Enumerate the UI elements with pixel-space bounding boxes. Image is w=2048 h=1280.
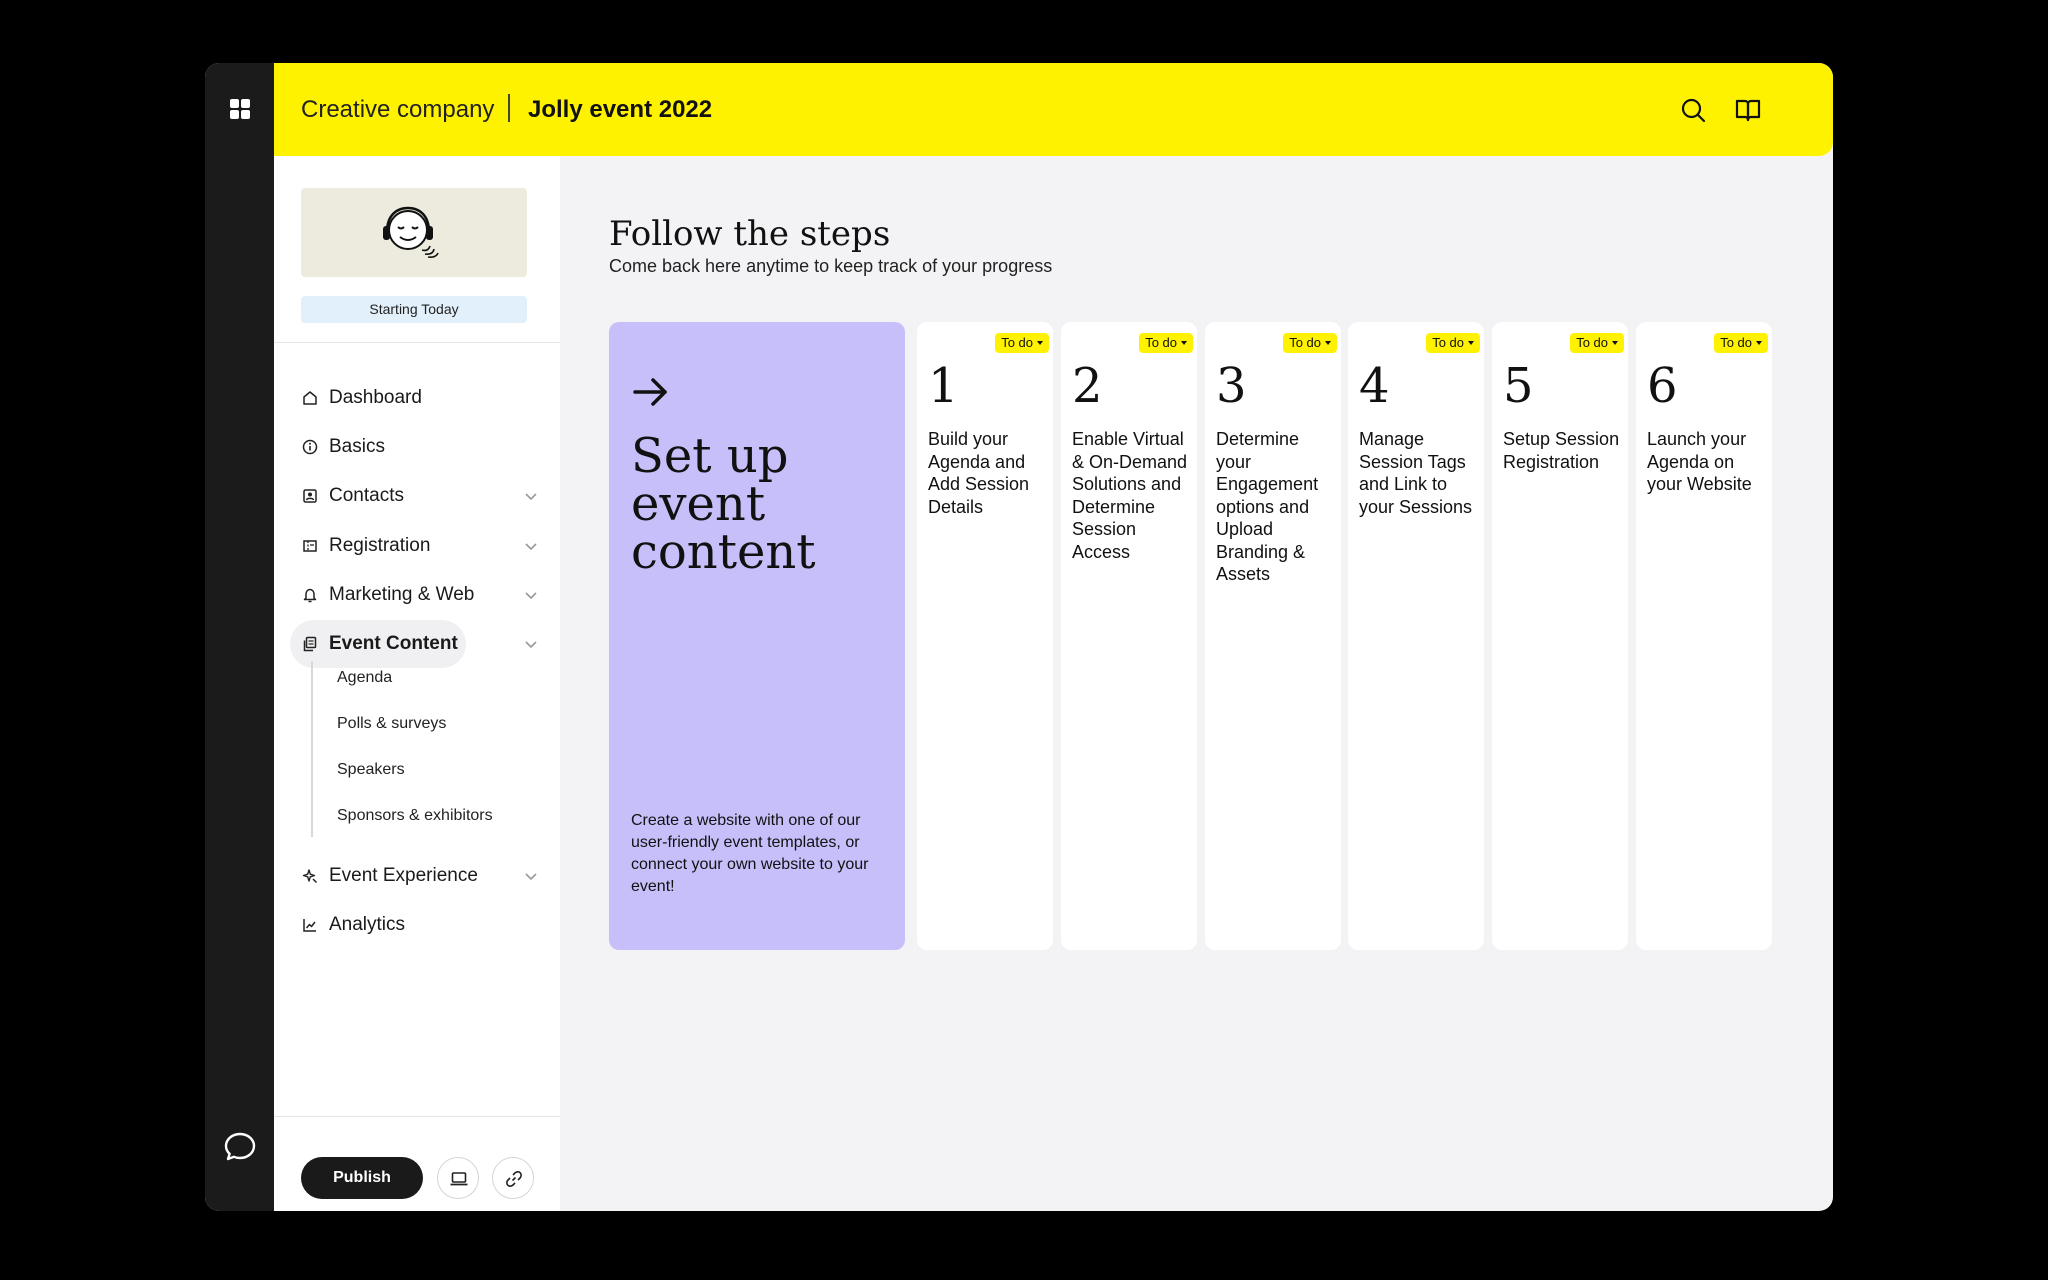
subnav-line — [311, 661, 313, 837]
status-dropdown[interactable]: To do — [1570, 333, 1624, 353]
search-icon[interactable] — [1679, 96, 1707, 124]
sidebar-item-marketing-web[interactable]: Marketing & Web — [290, 571, 546, 619]
status-label: To do — [1145, 335, 1177, 350]
step-label: Setup Session Registration — [1503, 429, 1620, 472]
pages-icon — [303, 636, 317, 652]
status-dropdown[interactable]: To do — [1139, 333, 1193, 353]
status-label: To do — [1289, 335, 1321, 350]
status-dropdown[interactable]: To do — [995, 333, 1049, 353]
status-dropdown[interactable]: To do — [1283, 333, 1337, 353]
caret-down-icon — [1756, 341, 1762, 345]
event-name[interactable]: Jolly event 2022 — [528, 96, 712, 124]
sidebar-item-analytics[interactable]: Analytics — [290, 901, 546, 949]
publish-button[interactable]: Publish — [301, 1157, 423, 1199]
step-card[interactable]: To do 6 Launch your Agenda on your Websi… — [1636, 322, 1772, 950]
step-card[interactable]: To do 2 Enable Virtual & On-Demand Solut… — [1061, 322, 1197, 950]
step-label: Build your Agenda and Add Session Detail… — [928, 429, 1030, 517]
hero-description: Create a website with one of our user-fr… — [631, 812, 869, 895]
sidebar-item-label: Analytics — [329, 914, 406, 935]
subnav-item-agenda[interactable]: Agenda — [337, 666, 392, 690]
contact-card-icon — [303, 489, 317, 503]
caret-down-icon — [1325, 341, 1331, 345]
step-label: Launch your Agenda on your Website — [1647, 429, 1752, 494]
laptop-icon — [450, 1172, 468, 1186]
sidebar-item-registration[interactable]: Registration — [290, 522, 546, 570]
sidebar: Starting Today Dashboard Basics Contacts… — [274, 156, 560, 1211]
arrow-right-icon — [633, 378, 667, 406]
company-name[interactable]: Creative company — [301, 96, 494, 124]
step-card[interactable]: To do 5 Setup Session Registration — [1492, 322, 1628, 950]
step-number: 1 — [928, 358, 959, 414]
subnav-item-sponsors-exhibitors[interactable]: Sponsors & exhibitors — [337, 804, 493, 828]
caret-down-icon — [1468, 341, 1474, 345]
caret-down-icon — [1612, 341, 1618, 345]
preview-button[interactable] — [437, 1157, 479, 1199]
sidebar-item-label: Basics — [329, 436, 385, 457]
sparkle-icon — [302, 869, 318, 884]
page-subtitle: Come back here anytime to keep track of … — [609, 256, 1053, 276]
step-number: 6 — [1647, 358, 1678, 414]
status-dropdown[interactable]: To do — [1714, 333, 1768, 353]
divider — [274, 342, 560, 343]
step-number: 3 — [1216, 358, 1247, 414]
step-number: 4 — [1359, 358, 1390, 414]
step-number: 5 — [1503, 358, 1534, 414]
page-title: Follow the steps — [609, 214, 891, 254]
step-card[interactable]: To do 3 Determine your Engagement option… — [1205, 322, 1341, 950]
sidebar-item-label: Registration — [329, 535, 431, 556]
subnav-item-speakers[interactable]: Speakers — [337, 758, 405, 782]
line-chart-icon — [303, 919, 316, 932]
sidebar-item-label: Contacts — [329, 485, 404, 506]
status-label: To do — [1576, 335, 1608, 350]
bell-icon — [303, 588, 317, 603]
sidebar-item-contacts[interactable]: Contacts — [290, 472, 546, 520]
chevron-down-icon[interactable] — [524, 489, 538, 503]
hero-title: Set up event content — [631, 428, 816, 580]
status-label: To do — [1001, 335, 1033, 350]
sidebar-item-label: Event Content — [329, 633, 458, 654]
step-label: Determine your Engagement options and Up… — [1216, 429, 1319, 584]
sidebar-item-label: Event Experience — [329, 865, 478, 886]
caret-down-icon — [1037, 341, 1043, 345]
chevron-down-icon[interactable] — [524, 539, 538, 553]
step-card[interactable]: To do 1 Build your Agenda and Add Sessio… — [917, 322, 1053, 950]
caret-down-icon — [1181, 341, 1187, 345]
link-icon — [506, 1171, 522, 1187]
apps-grid-icon[interactable] — [229, 98, 251, 120]
hero-card[interactable]: Set up event content Create a website wi… — [609, 322, 905, 950]
title-divider — [508, 94, 510, 122]
chevron-down-icon[interactable] — [524, 588, 538, 602]
event-banner[interactable] — [301, 188, 527, 277]
copy-link-button[interactable] — [492, 1157, 534, 1199]
main-content: Follow the steps Come back here anytime … — [560, 156, 1833, 1211]
sidebar-item-event-content[interactable]: Event Content — [290, 620, 546, 668]
status-badge: Starting Today — [301, 296, 527, 323]
book-icon[interactable] — [1734, 96, 1762, 124]
step-card[interactable]: To do 4 Manage Session Tags and Link to … — [1348, 322, 1484, 950]
top-bar: Creative company Jolly event 2022 — [274, 63, 1833, 156]
step-label: Manage Session Tags and Link to your Ses… — [1359, 429, 1473, 517]
sidebar-item-dashboard[interactable]: Dashboard — [290, 374, 546, 422]
step-label: Enable Virtual & On-Demand Solutions and… — [1072, 429, 1188, 562]
status-label: To do — [1432, 335, 1464, 350]
chevron-down-icon[interactable] — [524, 869, 538, 883]
app-window: Creative company Jolly event 2022 Starti… — [205, 63, 1833, 1211]
headphones-face-illustration — [383, 206, 439, 258]
sidebar-item-event-experience[interactable]: Event Experience — [290, 852, 546, 900]
info-icon — [302, 439, 318, 455]
chat-icon[interactable] — [222, 1129, 258, 1165]
divider — [274, 1116, 560, 1117]
sidebar-item-label: Marketing & Web — [329, 584, 475, 605]
icon-rail — [205, 63, 274, 1211]
status-label: To do — [1720, 335, 1752, 350]
chevron-down-icon[interactable] — [524, 637, 538, 651]
home-icon — [303, 391, 317, 405]
step-number: 2 — [1072, 358, 1103, 414]
sidebar-item-basics[interactable]: Basics — [290, 423, 546, 471]
subnav-item-polls-surveys[interactable]: Polls & surveys — [337, 712, 446, 736]
sidebar-item-label: Dashboard — [329, 387, 422, 408]
ticket-icon — [303, 540, 317, 552]
status-dropdown[interactable]: To do — [1426, 333, 1480, 353]
